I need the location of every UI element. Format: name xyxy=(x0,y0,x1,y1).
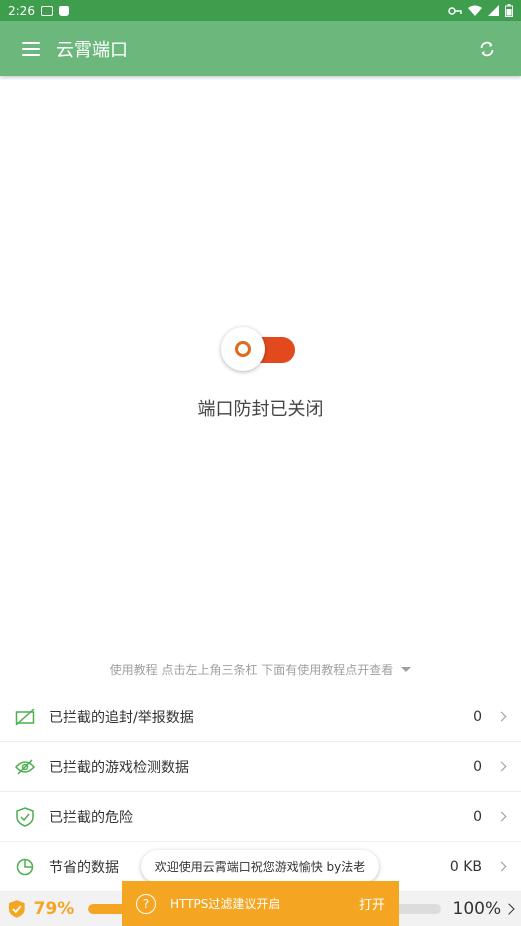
port-protection-toggle[interactable] xyxy=(221,326,297,372)
signal-icon xyxy=(488,5,499,16)
list-item-label: 已拦截的游戏检测数据 xyxy=(49,759,189,776)
list-item-value: 0 xyxy=(473,708,482,725)
shield-icon xyxy=(8,900,25,918)
chevron-right-icon xyxy=(496,761,507,772)
battery-icon xyxy=(505,4,513,17)
list-item-value: 0 xyxy=(473,758,482,775)
https-snackbar: ? HTTPS过滤建议开启 打开 xyxy=(122,881,399,926)
notification-icon xyxy=(40,5,53,16)
toggle-thumb xyxy=(221,327,265,371)
snackbar-text: HTTPS过滤建议开启 xyxy=(170,897,281,911)
list-item-blocked-detection[interactable]: 已拦截的游戏检测数据 0 xyxy=(0,742,521,792)
enable-https-button[interactable]: 打开 xyxy=(359,894,385,913)
app-notification-icon xyxy=(58,5,69,16)
progress-percent: 100% xyxy=(452,899,502,919)
welcome-toast: 欢迎使用云霄端口祝您游戏愉快 by法老 xyxy=(141,850,379,883)
toast-text: 欢迎使用云霄端口祝您游戏愉快 by法老 xyxy=(154,860,366,874)
eye-off-icon xyxy=(14,756,36,778)
status-bar: 2:26 xyxy=(0,0,521,21)
chevron-right-icon xyxy=(496,861,507,872)
app-bar: 云霄端口 xyxy=(0,21,521,76)
pie-chart-icon xyxy=(14,856,36,878)
list-item-value: 0 xyxy=(473,808,482,825)
question-icon: ? xyxy=(136,893,156,914)
list-item-blocked-dangers[interactable]: 已拦截的危险 0 xyxy=(0,792,521,842)
list-item-value: 0 KB xyxy=(449,858,482,875)
chevron-right-icon xyxy=(503,903,515,915)
no-signal-icon xyxy=(14,706,36,728)
status-time: 2:26 xyxy=(8,3,35,18)
protection-percent: 79% xyxy=(33,899,75,919)
protection-status-text: 端口防封已关闭 xyxy=(197,399,324,420)
vpn-key-icon xyxy=(448,6,462,15)
menu-icon[interactable] xyxy=(22,41,40,56)
list-item-label: 节省的数据 xyxy=(49,859,119,876)
refresh-icon[interactable] xyxy=(475,37,499,61)
list-item-label: 已拦截的追封/举报数据 xyxy=(49,709,194,726)
chevron-right-icon xyxy=(496,811,507,822)
app-title: 云霄端口 xyxy=(56,39,128,61)
caret-down-icon xyxy=(401,667,412,672)
toggle-ring-icon xyxy=(235,341,251,357)
wifi-icon xyxy=(468,5,482,16)
tutorial-hint[interactable]: 使用教程 点击左上角三条杠 下面有使用教程点开查看 xyxy=(0,661,521,678)
list-item-label: 已拦截的危险 xyxy=(49,809,133,826)
shield-check-icon xyxy=(14,806,36,828)
tutorial-hint-text: 使用教程 点击左上角三条杠 下面有使用教程点开查看 xyxy=(109,663,394,677)
chevron-right-icon xyxy=(496,711,507,722)
list-item-blocked-reports[interactable]: 已拦截的追封/举报数据 0 xyxy=(0,692,521,742)
